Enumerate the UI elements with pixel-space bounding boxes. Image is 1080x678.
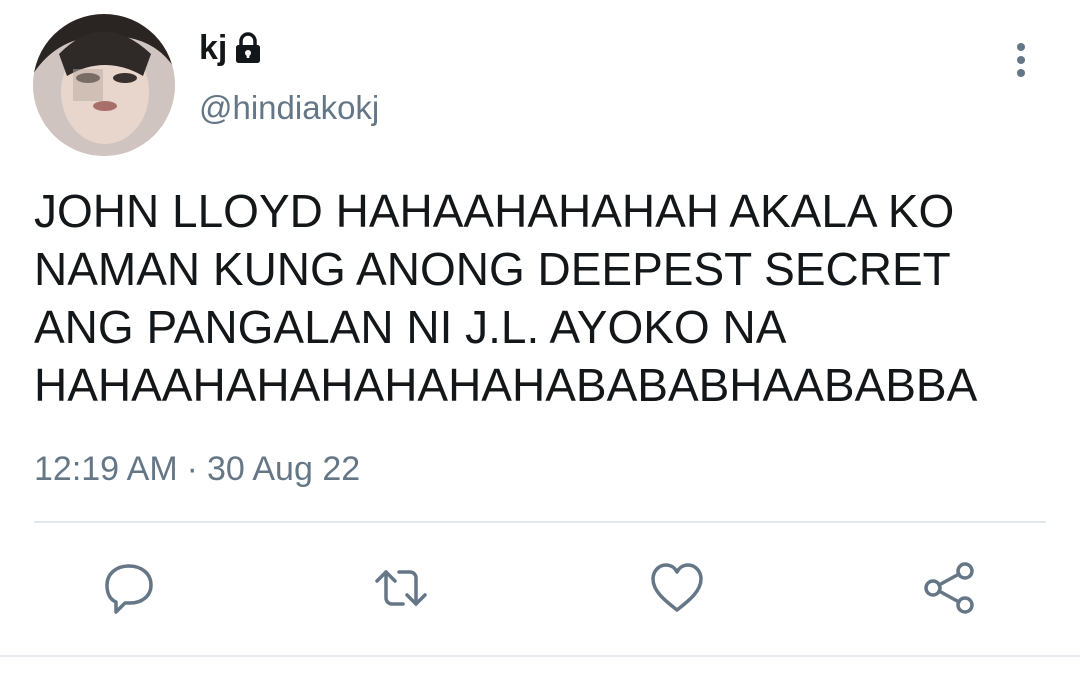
reply-icon [105, 564, 153, 614]
tweet-text: JOHN LLOYD HAHAAHAHAHAH AKALA KO NAMAN K… [34, 185, 978, 411]
retweet-button[interactable] [371, 558, 431, 618]
bottom-divider [0, 655, 1080, 657]
avatar[interactable] [33, 14, 175, 156]
divider [34, 521, 1046, 523]
share-icon [924, 562, 974, 614]
like-button[interactable] [647, 558, 707, 618]
tweet-date: 30 Aug 22 [206, 450, 361, 488]
tweet-card: kj @hindiakokj JOHN LLOYD HAHAAHAHAHAH A… [0, 0, 1080, 678]
tweet-time: 12:19 AM [34, 450, 178, 488]
lock-icon [236, 32, 261, 63]
reply-button[interactable] [99, 558, 159, 618]
more-vertical-icon[interactable] [1006, 40, 1036, 80]
author-name-row: kj [199, 28, 261, 68]
timestamp-separator: · [186, 450, 198, 488]
tweet-timestamp[interactable]: 12:19 AM · 30 Aug 22 [34, 451, 360, 487]
share-button[interactable] [919, 558, 979, 618]
user-handle[interactable]: @hindiakokj [199, 91, 379, 124]
action-bar [0, 558, 1080, 618]
avatar-photo [33, 14, 175, 156]
heart-icon [651, 563, 703, 612]
retweet-icon [375, 570, 427, 606]
display-name[interactable]: kj [199, 31, 227, 65]
